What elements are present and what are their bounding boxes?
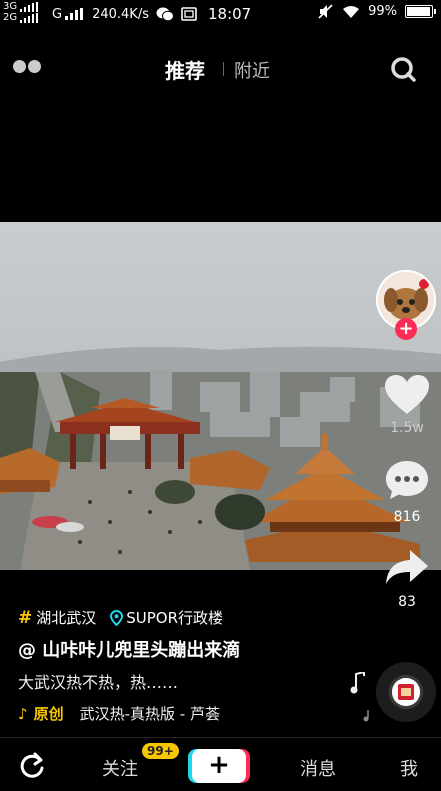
video-description[interactable]: 大武汉热不热，热…… [18, 669, 178, 693]
poi-tag[interactable]: SUPOR行政楼 [110, 607, 223, 628]
music-disc-cover [392, 678, 420, 706]
tab-divider [223, 62, 224, 76]
battery-percent: 99% [368, 4, 397, 19]
location-tag[interactable]: # 湖北武汉 [18, 607, 96, 628]
heart-icon [385, 375, 429, 414]
music-disc[interactable] [376, 662, 436, 722]
network-speed: 240.4K/s [92, 6, 149, 22]
clock: 18:07 [207, 5, 252, 23]
signal-icon [20, 2, 39, 12]
comment-count: 816 [393, 509, 421, 525]
follow-plus-button[interactable]: + [395, 318, 417, 340]
video-frame-image [0, 222, 441, 570]
music-title: 武汉热-真热版 - 芦荟 [79, 705, 220, 723]
tab-nearby[interactable]: 附近 [234, 57, 270, 83]
location-pin-icon [110, 610, 124, 626]
search-icon[interactable] [390, 56, 416, 82]
signal-icon [20, 13, 39, 23]
like-count: 1.5w [390, 420, 424, 436]
hashtag-icon: # [18, 608, 33, 628]
mute-icon [318, 4, 333, 19]
tab-recommend[interactable]: 推荐 [165, 55, 205, 84]
comment-icon [386, 461, 428, 499]
wechat-icon [156, 7, 174, 21]
nav-me[interactable]: 我 [400, 755, 418, 781]
follow-badge: 99+ [142, 743, 179, 759]
music-note-icon: ♪ [18, 704, 28, 723]
create-video-button[interactable]: + [192, 749, 246, 783]
nav-messages[interactable]: 消息 [300, 755, 336, 781]
comment-button[interactable]: 816 [383, 459, 431, 525]
wifi-icon [343, 5, 360, 18]
network-2g-label: 2G [3, 12, 18, 23]
carrier-label: G [52, 6, 63, 22]
share-button[interactable]: 83 [383, 548, 431, 610]
original-label: 原创 [33, 705, 64, 723]
floating-notes-icon [350, 672, 369, 722]
signal-icon [65, 8, 84, 20]
battery-icon [405, 5, 436, 18]
live-dots-icon[interactable] [13, 60, 41, 73]
bottom-nav: 关注 99+ + 消息 我 [0, 737, 441, 791]
poi-label: SUPOR行政楼 [126, 609, 224, 627]
location-tag-label: 湖北武汉 [36, 609, 97, 627]
author-handle[interactable]: @ 山咔咔儿兜里头蹦出来滴 [18, 636, 240, 662]
screenshot-icon [181, 7, 197, 21]
video-player[interactable] [0, 222, 441, 570]
share-arrow-icon [386, 550, 428, 584]
music-row[interactable]: ♪ 原创 武汉热-真热版 - 芦荟 [18, 703, 240, 724]
location-row: # 湖北武汉 SUPOR行政楼 [18, 607, 223, 628]
refresh-icon[interactable] [18, 752, 46, 780]
status-bar: 3G 2G G 240.4K/s 18:07 99% [0, 0, 441, 26]
network-indicator: 3G 2G [3, 1, 39, 23]
network-3g-label: 3G [3, 1, 18, 12]
top-nav: 推荐 附近 [0, 48, 441, 88]
nav-follow[interactable]: 关注 [102, 755, 138, 781]
like-button[interactable]: 1.5w [383, 374, 431, 436]
share-count: 83 [398, 594, 416, 610]
